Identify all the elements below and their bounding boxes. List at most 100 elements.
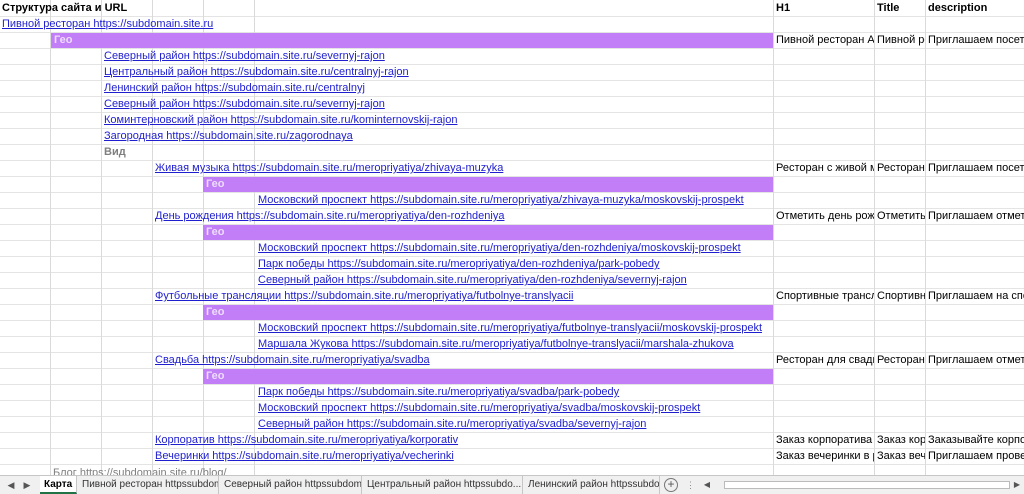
title-cell[interactable]: Отметить bbox=[875, 208, 925, 224]
horizontal-scrollbar[interactable]: ◀ ▶ bbox=[696, 478, 1024, 492]
geo-link[interactable]: Коминтерновский район https://subdomain.… bbox=[104, 112, 457, 128]
geo-link[interactable]: Загородная https://subdomain.site.ru/zag… bbox=[104, 128, 353, 144]
geo-link[interactable]: Парк победы https://subdomain.site.ru/me… bbox=[258, 384, 619, 400]
header-structure[interactable]: Структура сайта и URL bbox=[0, 0, 300, 16]
vid-label[interactable]: Вид bbox=[104, 144, 126, 160]
list-item: Московский проспект https://subdomain.si… bbox=[0, 240, 1024, 256]
scroll-right-icon[interactable]: ▶ bbox=[1010, 478, 1024, 492]
add-sheet-icon[interactable]: + bbox=[664, 478, 678, 492]
geo-row: Гео bbox=[0, 176, 1024, 192]
event-row: Вечеринки https://subdomain.site.ru/mero… bbox=[0, 448, 1024, 464]
h1-cell[interactable]: Заказ корпоратива в bbox=[774, 432, 874, 448]
description-cell[interactable]: Приглашаем посети bbox=[926, 32, 1024, 48]
list-item: Загородная https://subdomain.site.ru/zag… bbox=[0, 128, 1024, 144]
event-row: Футбольные трансляции https://subdomain.… bbox=[0, 288, 1024, 304]
title-cell[interactable]: Заказ кор bbox=[875, 432, 925, 448]
h1-cell[interactable]: Заказ вечеринки в р bbox=[774, 448, 874, 464]
geo-label[interactable]: Гео bbox=[206, 368, 225, 384]
h1-cell[interactable]: Ресторан с живой м bbox=[774, 160, 874, 176]
event-row: День рождения https://subdomain.site.ru/… bbox=[0, 208, 1024, 224]
event-link[interactable]: Футбольные трансляции https://subdomain.… bbox=[155, 288, 573, 304]
event-row: Свадьба https://subdomain.site.ru/meropr… bbox=[0, 352, 1024, 368]
h1-cell[interactable]: Ресторан для свадь bbox=[774, 352, 874, 368]
tab-severnyj-rajon[interactable]: Северный район httpssubdomai... bbox=[220, 476, 362, 494]
geo-link[interactable]: Маршала Жукова https://subdomain.site.ru… bbox=[258, 336, 734, 352]
event-link[interactable]: Корпоратив https://subdomain.site.ru/mer… bbox=[155, 432, 458, 448]
list-item: Коминтерновский район https://subdomain.… bbox=[0, 112, 1024, 128]
title-cell[interactable]: Ресторан bbox=[875, 160, 925, 176]
event-link[interactable]: Живая музыка https://subdomain.site.ru/m… bbox=[155, 160, 503, 176]
geo-band bbox=[203, 369, 773, 384]
geo-link[interactable]: Центральный район https://subdomain.site… bbox=[104, 64, 409, 80]
tab-nav-next-icon[interactable]: ▶ bbox=[20, 478, 34, 492]
geo-row: Гео bbox=[0, 224, 1024, 240]
geo-link[interactable]: Северный район https://subdomain.site.ru… bbox=[258, 272, 687, 288]
list-item: Московский проспект https://subdomain.si… bbox=[0, 192, 1024, 208]
list-item: Северный район https://subdomain.site.ru… bbox=[0, 96, 1024, 112]
geo-row: Гео bbox=[0, 368, 1024, 384]
header-row: Структура сайта и URL H1 Title descripti… bbox=[0, 0, 1024, 16]
list-item: Ленинский район https://subdomain.site.r… bbox=[0, 80, 1024, 96]
list-item: Центральный район https://subdomain.site… bbox=[0, 64, 1024, 80]
root-row: Пивной ресторан https://subdomain.site.r… bbox=[0, 16, 1024, 32]
tab-karta[interactable]: Карта bbox=[40, 476, 77, 494]
geo-link[interactable]: Парк победы https://subdomain.site.ru/me… bbox=[258, 256, 660, 272]
description-cell[interactable]: Приглашаем отмет bbox=[926, 352, 1024, 368]
geo-row: Гео Пивной ресторан Ав Пивной ре Приглаш… bbox=[0, 32, 1024, 48]
tab-pivnoy-restoran[interactable]: Пивной ресторан httpssubdoma... bbox=[78, 476, 219, 494]
header-description[interactable]: description bbox=[926, 0, 1024, 16]
header-title[interactable]: Title bbox=[875, 0, 925, 16]
title-cell[interactable]: Спортивн bbox=[875, 288, 925, 304]
scroll-left-icon[interactable]: ◀ bbox=[700, 478, 714, 492]
list-item: Парк победы https://subdomain.site.ru/me… bbox=[0, 384, 1024, 400]
geo-band bbox=[203, 177, 773, 192]
geo-label[interactable]: Гео bbox=[206, 304, 225, 320]
title-cell[interactable]: Ресторан , bbox=[875, 352, 925, 368]
description-cell[interactable]: Приглашаем прове bbox=[926, 448, 1024, 464]
geo-link[interactable]: Северный район https://subdomain.site.ru… bbox=[258, 416, 646, 432]
geo-link[interactable]: Северный район https://subdomain.site.ru… bbox=[104, 48, 385, 64]
list-item: Северный район https://subdomain.site.ru… bbox=[0, 272, 1024, 288]
geo-label[interactable]: Гео bbox=[206, 176, 225, 192]
geo-link[interactable]: Московский проспект https://subdomain.si… bbox=[258, 240, 741, 256]
h1-cell[interactable]: Пивной ресторан Ав bbox=[774, 32, 874, 48]
list-item: Маршала Жукова https://subdomain.site.ru… bbox=[0, 336, 1024, 352]
description-cell[interactable]: Приглашаем отмет bbox=[926, 208, 1024, 224]
geo-label[interactable]: Гео bbox=[206, 224, 225, 240]
blog-text[interactable]: Блог https://subdomain.site.ru/blog/ bbox=[53, 465, 227, 475]
geo-band bbox=[203, 225, 773, 240]
tab-centralnyj-rajon[interactable]: Центральный район httpssubdo... bbox=[363, 476, 523, 494]
sheet-tab-bar: ◀ ▶ Карта Пивной ресторан httpssubdoma..… bbox=[0, 475, 1024, 494]
header-h1[interactable]: H1 bbox=[774, 0, 874, 16]
vid-row: Вид bbox=[0, 144, 1024, 160]
event-row: Живая музыка https://subdomain.site.ru/m… bbox=[0, 160, 1024, 176]
tab-leninskij-rajon[interactable]: Ленинский район httpssubdor bbox=[524, 476, 660, 494]
geo-link[interactable]: Северный район https://subdomain.site.ru… bbox=[104, 96, 385, 112]
spreadsheet-grid[interactable]: Структура сайта и URL H1 Title descripti… bbox=[0, 0, 1024, 475]
geo-band bbox=[51, 33, 773, 48]
event-link[interactable]: День рождения https://subdomain.site.ru/… bbox=[155, 208, 504, 224]
geo-label[interactable]: Гео bbox=[54, 32, 73, 48]
scrollbar-thumb[interactable] bbox=[724, 481, 1010, 489]
geo-link[interactable]: Московский проспект https://subdomain.si… bbox=[258, 320, 762, 336]
description-cell[interactable]: Приглашаем на спо bbox=[926, 288, 1024, 304]
geo-link[interactable]: Московский проспект https://subdomain.si… bbox=[258, 192, 744, 208]
list-item: Северный район https://subdomain.site.ru… bbox=[0, 416, 1024, 432]
h1-cell[interactable]: Спортивные трансл bbox=[774, 288, 874, 304]
event-link[interactable]: Вечеринки https://subdomain.site.ru/mero… bbox=[155, 448, 454, 464]
tab-nav-prev-icon[interactable]: ◀ bbox=[4, 478, 18, 492]
title-cell[interactable]: Пивной ре bbox=[875, 32, 925, 48]
geo-link[interactable]: Ленинский район https://subdomain.site.r… bbox=[104, 80, 365, 96]
title-cell[interactable]: Заказ веч bbox=[875, 448, 925, 464]
list-item: Московский проспект https://subdomain.si… bbox=[0, 400, 1024, 416]
description-cell[interactable]: Приглашаем посети bbox=[926, 160, 1024, 176]
list-item: Северный район https://subdomain.site.ru… bbox=[0, 48, 1024, 64]
geo-link[interactable]: Московский проспект https://subdomain.si… bbox=[258, 400, 700, 416]
h1-cell[interactable]: Отметить день рож bbox=[774, 208, 874, 224]
event-link[interactable]: Свадьба https://subdomain.site.ru/meropr… bbox=[155, 352, 430, 368]
geo-band bbox=[203, 305, 773, 320]
more-options-icon[interactable]: ⋮ bbox=[686, 479, 695, 491]
description-cell[interactable]: Заказывайте корпо bbox=[926, 432, 1024, 448]
root-link[interactable]: Пивной ресторан https://subdomain.site.r… bbox=[2, 16, 213, 32]
event-row: Корпоратив https://subdomain.site.ru/mer… bbox=[0, 432, 1024, 448]
